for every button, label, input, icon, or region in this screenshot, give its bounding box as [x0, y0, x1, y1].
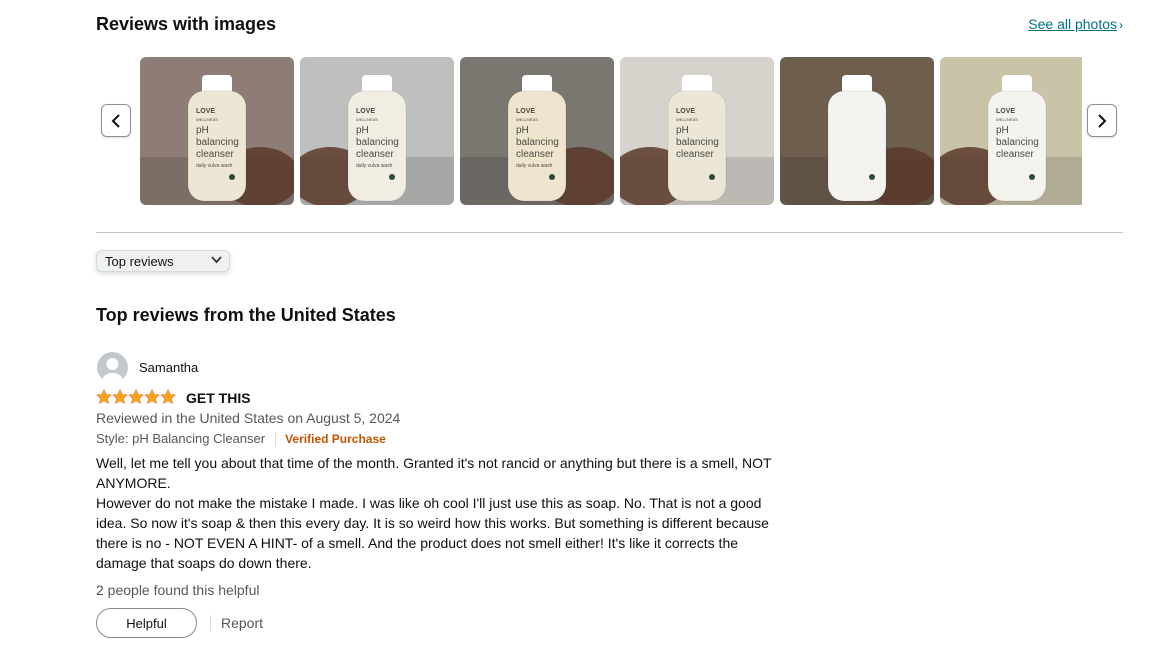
bottle-label-text: pH	[676, 125, 689, 136]
bottle-label-text: WELLNESS	[196, 117, 218, 122]
review-images-carousel: LOVE WELLNESS pH balancing cleanser daily vul…	[140, 57, 1082, 205]
product-photo: LOVE WELLNESS pHbalancingcleanser daily vul…	[300, 75, 454, 205]
helpful-button[interactable]: Helpful	[96, 608, 197, 638]
bottle-label-text: cleanser	[516, 149, 554, 160]
bottle-label-text: balancing	[516, 137, 559, 148]
bottle-label-text: LOVE	[516, 108, 535, 115]
bottle-label-text: LOVE	[676, 108, 695, 115]
bottle-label-text: LOVE	[356, 108, 375, 115]
bottle-label-text: LOVE	[996, 108, 1015, 115]
bottle-label-text: balancing	[676, 137, 719, 148]
star-icon	[96, 389, 112, 404]
sort-selected-label: Top reviews	[105, 254, 174, 269]
star-icon	[112, 389, 128, 404]
star-icon	[128, 389, 144, 404]
review-image-thumbnail[interactable]	[780, 57, 934, 205]
verified-purchase-badge: Verified Purchase	[285, 431, 386, 446]
see-all-photos-link[interactable]: See all photos ›	[1028, 16, 1123, 32]
carousel-prev-button[interactable]	[101, 104, 131, 137]
star-icon	[160, 389, 176, 404]
bottle-label-text: WELLNESS	[516, 117, 538, 122]
bottle-label-text: WELLNESS	[676, 117, 698, 122]
star-rating[interactable]	[96, 389, 176, 404]
bottle-label-text: daily vulva wash	[196, 163, 233, 169]
review-body: Well, let me tell you about that time of…	[96, 453, 786, 573]
bottle-label-text: cleanser	[676, 149, 714, 160]
product-photo: LOVE WELLNESS pHbalancingcleanser daily vul…	[140, 75, 294, 205]
star-icon	[144, 389, 160, 404]
bottle-label-text: pH	[516, 125, 529, 136]
chevron-down-icon	[211, 256, 222, 264]
bottle-label-text: pH	[196, 125, 209, 136]
bottle-label-text: daily vulva wash	[516, 163, 553, 169]
product-photo: LOVE WELLNESS pHbalancingcleanser	[620, 75, 774, 205]
default-avatar-icon	[101, 358, 124, 383]
review-image-thumbnail[interactable]: LOVE WELLNESS pH balancing cleanser daily vul…	[140, 57, 294, 205]
review-paragraph: Well, let me tell you about that time of…	[96, 455, 772, 491]
carousel-next-button[interactable]	[1087, 104, 1117, 137]
bottle-label-text: cleanser	[996, 149, 1034, 160]
bottle-label-text: pH	[356, 125, 369, 136]
review-image-thumbnail[interactable]: LOVE WELLNESS pH balancing cleanser daily vul…	[460, 57, 614, 205]
report-link[interactable]: Report	[221, 615, 263, 631]
review-image-thumbnail[interactable]: LOVE WELLNESS pH balancing cleanser daily vul…	[300, 57, 454, 205]
bottle-label-text: LOVE	[196, 108, 215, 115]
action-separator	[210, 615, 211, 631]
bottle-label-text: pH	[996, 125, 1009, 136]
review-image-thumbnail[interactable]: LOVE WELLNESS pH balancing cleanser	[940, 57, 1082, 205]
product-photo	[780, 75, 934, 205]
see-all-photos-label[interactable]: See all photos	[1028, 16, 1117, 32]
chevron-left-icon	[111, 113, 120, 128]
product-photo: LOVE WELLNESS pHbalancingcleanser	[940, 75, 1082, 205]
helpful-button-label: Helpful	[126, 615, 167, 631]
chevron-right-icon	[1098, 113, 1107, 128]
reviewer-name[interactable]: Samantha	[139, 360, 198, 375]
review-title[interactable]: GET THIS	[186, 390, 251, 406]
review-paragraph: However do not make the mistake I made. …	[96, 495, 769, 571]
bottle-label-text: WELLNESS	[356, 117, 378, 122]
bottle-label-text: balancing	[196, 137, 239, 148]
bottle-label-text: cleanser	[196, 149, 234, 160]
chevron-right-small-icon: ›	[1119, 18, 1123, 32]
reviews-heading: Top reviews from the United States	[96, 305, 396, 325]
helpful-count: 2 people found this helpful	[96, 582, 260, 598]
bottle-label-text: daily vulva wash	[356, 163, 393, 169]
style-separator	[275, 431, 277, 446]
review-style-row: Style: pH Balancing Cleanser Verified Pu…	[96, 431, 386, 446]
sort-reviews-select[interactable]: Top reviews	[96, 250, 230, 272]
avatar	[97, 352, 128, 383]
review-image-thumbnail[interactable]: LOVE WELLNESS pH balancing cleanser	[620, 57, 774, 205]
bottle-label-text: WELLNESS	[996, 117, 1018, 122]
bottle-label-text: balancing	[996, 137, 1039, 148]
bottle-label-text: balancing	[356, 137, 399, 148]
section-title: Reviews with images	[96, 14, 277, 34]
product-photo: LOVE WELLNESS pHbalancingcleanser daily vul…	[460, 75, 614, 205]
bottle-label-text: cleanser	[356, 149, 394, 160]
review-date: Reviewed in the United States on August …	[96, 410, 401, 426]
section-divider	[96, 232, 1123, 233]
product-style[interactable]: Style: pH Balancing Cleanser	[96, 431, 265, 446]
